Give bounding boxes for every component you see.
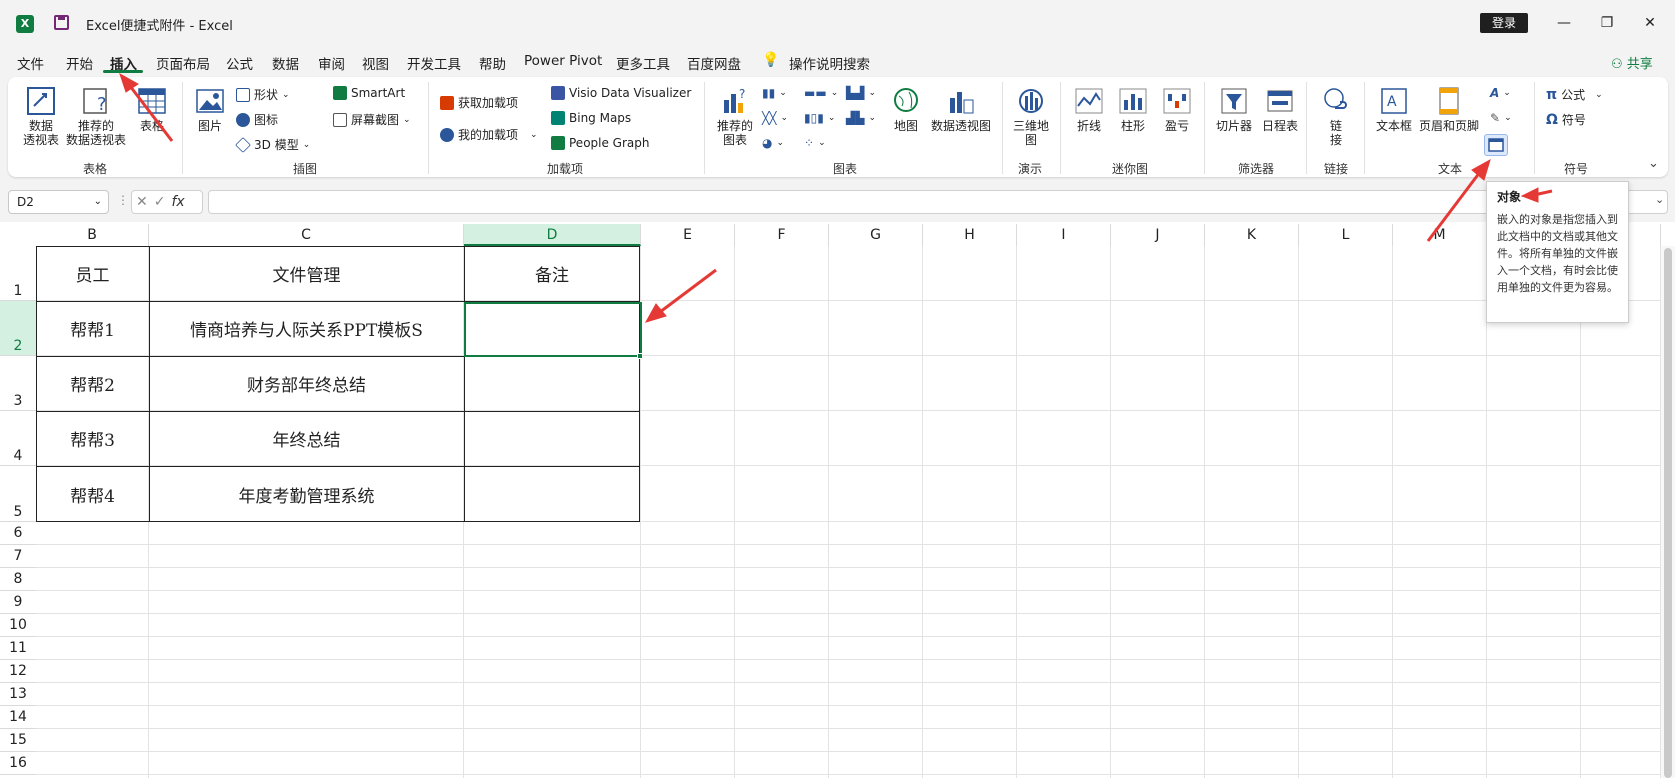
annotation-arrow <box>1426 171 1482 242</box>
annotation-arrows <box>119 72 1553 323</box>
annotation-arrow <box>659 268 717 314</box>
annotation-arrow <box>128 85 174 142</box>
